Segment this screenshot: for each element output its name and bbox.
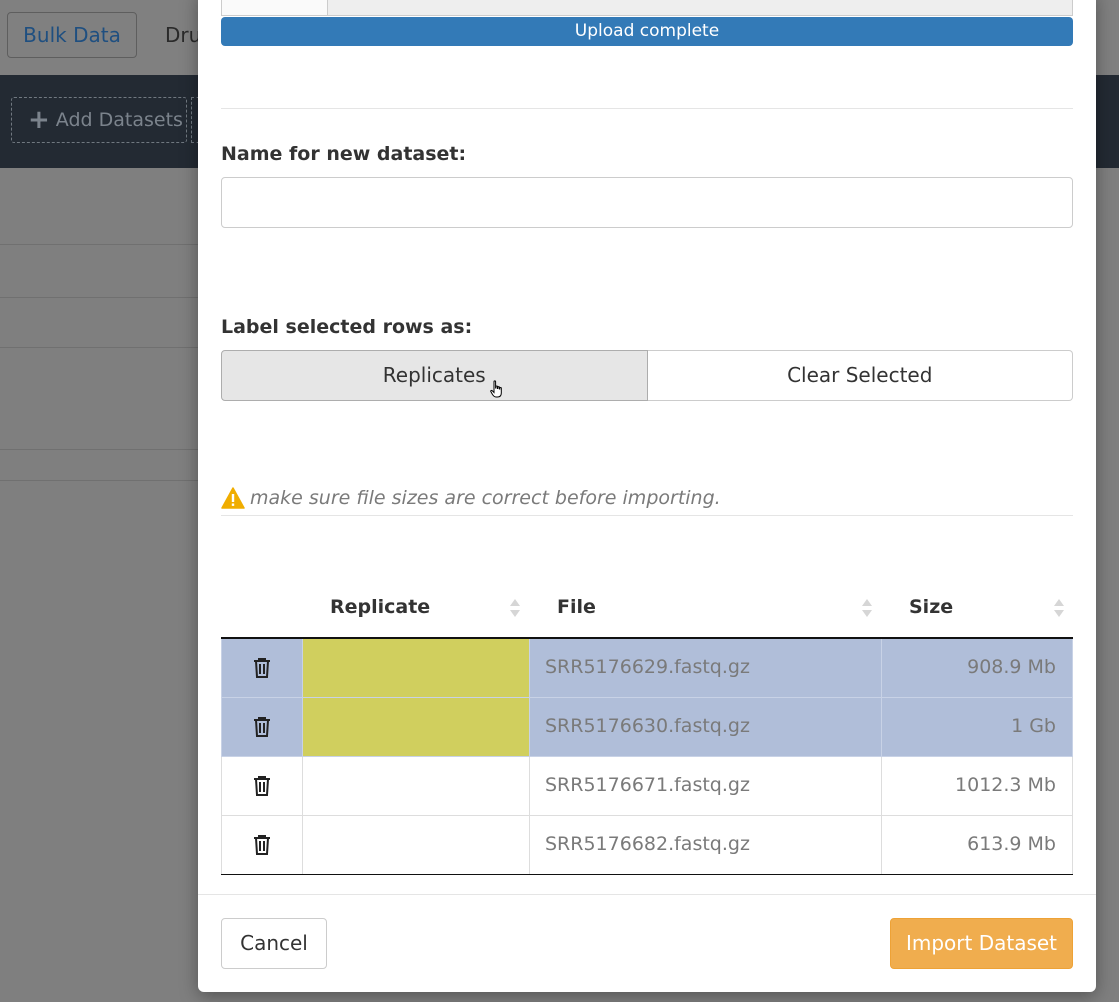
delete-cell [221, 816, 302, 874]
hand-cursor-icon [490, 380, 502, 398]
dataset-name-input[interactable] [221, 177, 1073, 228]
clear-selected-button[interactable]: Clear Selected [647, 350, 1073, 401]
warning-icon [221, 487, 245, 509]
modal-footer-divider [198, 894, 1096, 895]
file-cell: SRR5176630.fastq.gz [529, 698, 881, 756]
column-header-file[interactable]: File [557, 580, 596, 637]
delete-cell [221, 639, 302, 697]
trash-icon[interactable] [252, 775, 272, 797]
import-dataset-button[interactable]: Import Dataset [890, 918, 1073, 969]
sort-icon[interactable] [1053, 596, 1065, 620]
replicate-cell[interactable] [302, 816, 529, 874]
replicate-cell[interactable] [302, 639, 529, 697]
file-upload-input[interactable] [221, 0, 1073, 16]
trash-icon[interactable] [252, 657, 272, 679]
sort-icon[interactable] [861, 596, 873, 620]
table-row[interactable]: SRR5176630.fastq.gz 1 Gb [221, 698, 1073, 757]
replicate-cell[interactable] [302, 757, 529, 815]
warning-text: make sure file sizes are correct before … [250, 487, 721, 509]
table-row[interactable]: SRR5176629.fastq.gz 908.9 Mb [221, 639, 1073, 698]
table-bottom-border [221, 874, 1073, 875]
background-divider [0, 244, 210, 245]
size-cell: 908.9 Mb [881, 639, 1073, 697]
sort-icon[interactable] [509, 596, 521, 620]
background-divider [0, 449, 210, 450]
delete-cell [221, 698, 302, 756]
table-row[interactable]: SRR5176671.fastq.gz 1012.3 Mb [221, 757, 1073, 816]
delete-cell [221, 757, 302, 815]
file-cell: SRR5176682.fastq.gz [529, 816, 881, 874]
label-rows-button-group: Replicates Clear Selected [221, 350, 1073, 401]
cancel-button[interactable]: Cancel [221, 918, 327, 969]
size-cell: 1 Gb [881, 698, 1073, 756]
file-cell: SRR5176629.fastq.gz [529, 639, 881, 697]
import-dataset-modal: Upload complete Name for new dataset: La… [198, 0, 1096, 992]
size-cell: 1012.3 Mb [881, 757, 1073, 815]
file-cell: SRR5176671.fastq.gz [529, 757, 881, 815]
background-divider [0, 297, 210, 298]
divider [221, 515, 1073, 516]
add-datasets-button[interactable]: + Add Datasets [11, 97, 187, 143]
background-divider [0, 480, 210, 481]
replicate-cell[interactable] [302, 698, 529, 756]
table-header: Replicate File Size [221, 580, 1073, 639]
browse-button[interactable] [222, 0, 328, 15]
upload-progress-bar: Upload complete [221, 17, 1073, 46]
label-rows-label: Label selected rows as: [221, 316, 473, 338]
background-divider [0, 347, 210, 348]
size-cell: 613.9 Mb [881, 816, 1073, 874]
plus-icon: + [28, 105, 50, 135]
divider [221, 108, 1073, 109]
replicates-button[interactable]: Replicates [221, 350, 648, 401]
column-header-size[interactable]: Size [909, 580, 953, 637]
tab-drugs[interactable]: Dru [165, 12, 201, 58]
upload-status-text: Upload complete [574, 21, 720, 41]
trash-icon[interactable] [252, 834, 272, 856]
table-row[interactable]: SRR5176682.fastq.gz 613.9 Mb [221, 816, 1073, 875]
file-size-warning: make sure file sizes are correct before … [221, 487, 721, 509]
tab-bulk-data[interactable]: Bulk Data [7, 12, 137, 58]
column-header-replicate[interactable]: Replicate [330, 580, 430, 637]
files-table: Replicate File Size SRR5176629.fastq.gz … [221, 580, 1073, 875]
dataset-name-label: Name for new dataset: [221, 143, 467, 165]
trash-icon[interactable] [252, 716, 272, 738]
add-datasets-label: Add Datasets [55, 109, 183, 131]
